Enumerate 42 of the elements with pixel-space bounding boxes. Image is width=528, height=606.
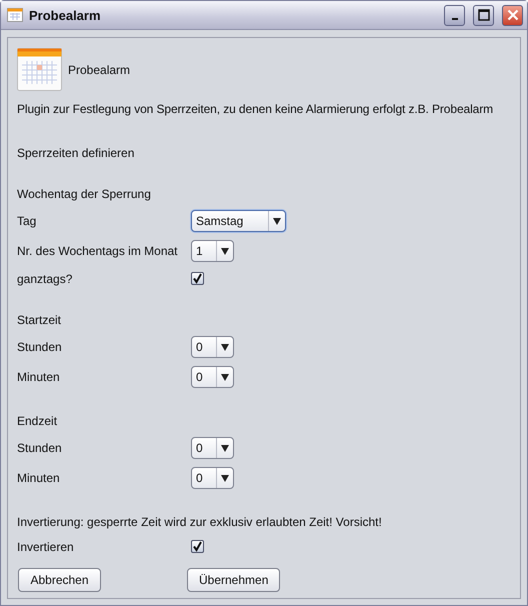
calendar-icon [7, 8, 23, 22]
check-icon [192, 541, 203, 552]
field-label: Minuten [17, 471, 61, 485]
dropdown[interactable]: 0 [191, 336, 234, 358]
section-label: Endzeit [17, 414, 58, 428]
section-label: Sperrzeiten definieren [17, 146, 134, 160]
dropdown-arrow-icon [221, 248, 229, 254]
section-label: Wochentag der Sperrung [17, 186, 151, 200]
field-label: Minuten [17, 370, 61, 384]
field-label: Invertieren [17, 540, 75, 554]
field-label: Stunden [17, 340, 63, 354]
maximize-button[interactable] [473, 4, 494, 26]
window-title: Probealarm [29, 8, 102, 22]
dropdown-arrow-icon [273, 218, 281, 224]
dropdown-arrow-icon [221, 374, 229, 380]
check-icon [192, 273, 203, 284]
section-label: Invertierung: gesperrte Zeit wird zur exklusiv erlaubten Zeit! Vorsicht! [17, 514, 382, 528]
dropdown-arrow-icon [221, 344, 229, 350]
checkbox[interactable] [191, 272, 204, 285]
checkbox[interactable] [191, 540, 204, 553]
dropdown[interactable]: 0 [191, 437, 234, 459]
dropdown-arrow-icon [221, 444, 229, 452]
apply-button[interactable]: Übernehmen [187, 568, 280, 592]
field-label: Tag [17, 214, 38, 228]
dropdown[interactable]: 1 [191, 240, 234, 262]
calendar-icon [17, 48, 63, 92]
field-label: ganztags? [17, 272, 74, 286]
description-text: Plugin zur Festlegung von Sperrzeiten, zu denen keine Alarmierung erfolgt z.B. Probealarm [17, 102, 494, 116]
dropdown[interactable]: 0 [191, 366, 234, 388]
plugin-title: Probealarm [68, 63, 130, 77]
dropdown-arrow-icon [221, 474, 229, 482]
maximize-icon [478, 9, 490, 21]
field-label: Stunden [17, 441, 63, 455]
close-button[interactable] [502, 4, 523, 26]
minimize-icon [452, 18, 458, 20]
cancel-button[interactable]: Abbrechen [18, 568, 101, 592]
dropdown[interactable]: 0 [191, 467, 234, 489]
dropdown[interactable]: Samstag [191, 210, 286, 232]
section-label: Startzeit [17, 312, 62, 326]
field-label: Nr. des Wochentags im Monat [17, 244, 179, 258]
close-icon [506, 9, 518, 21]
minimize-button[interactable] [444, 4, 465, 26]
